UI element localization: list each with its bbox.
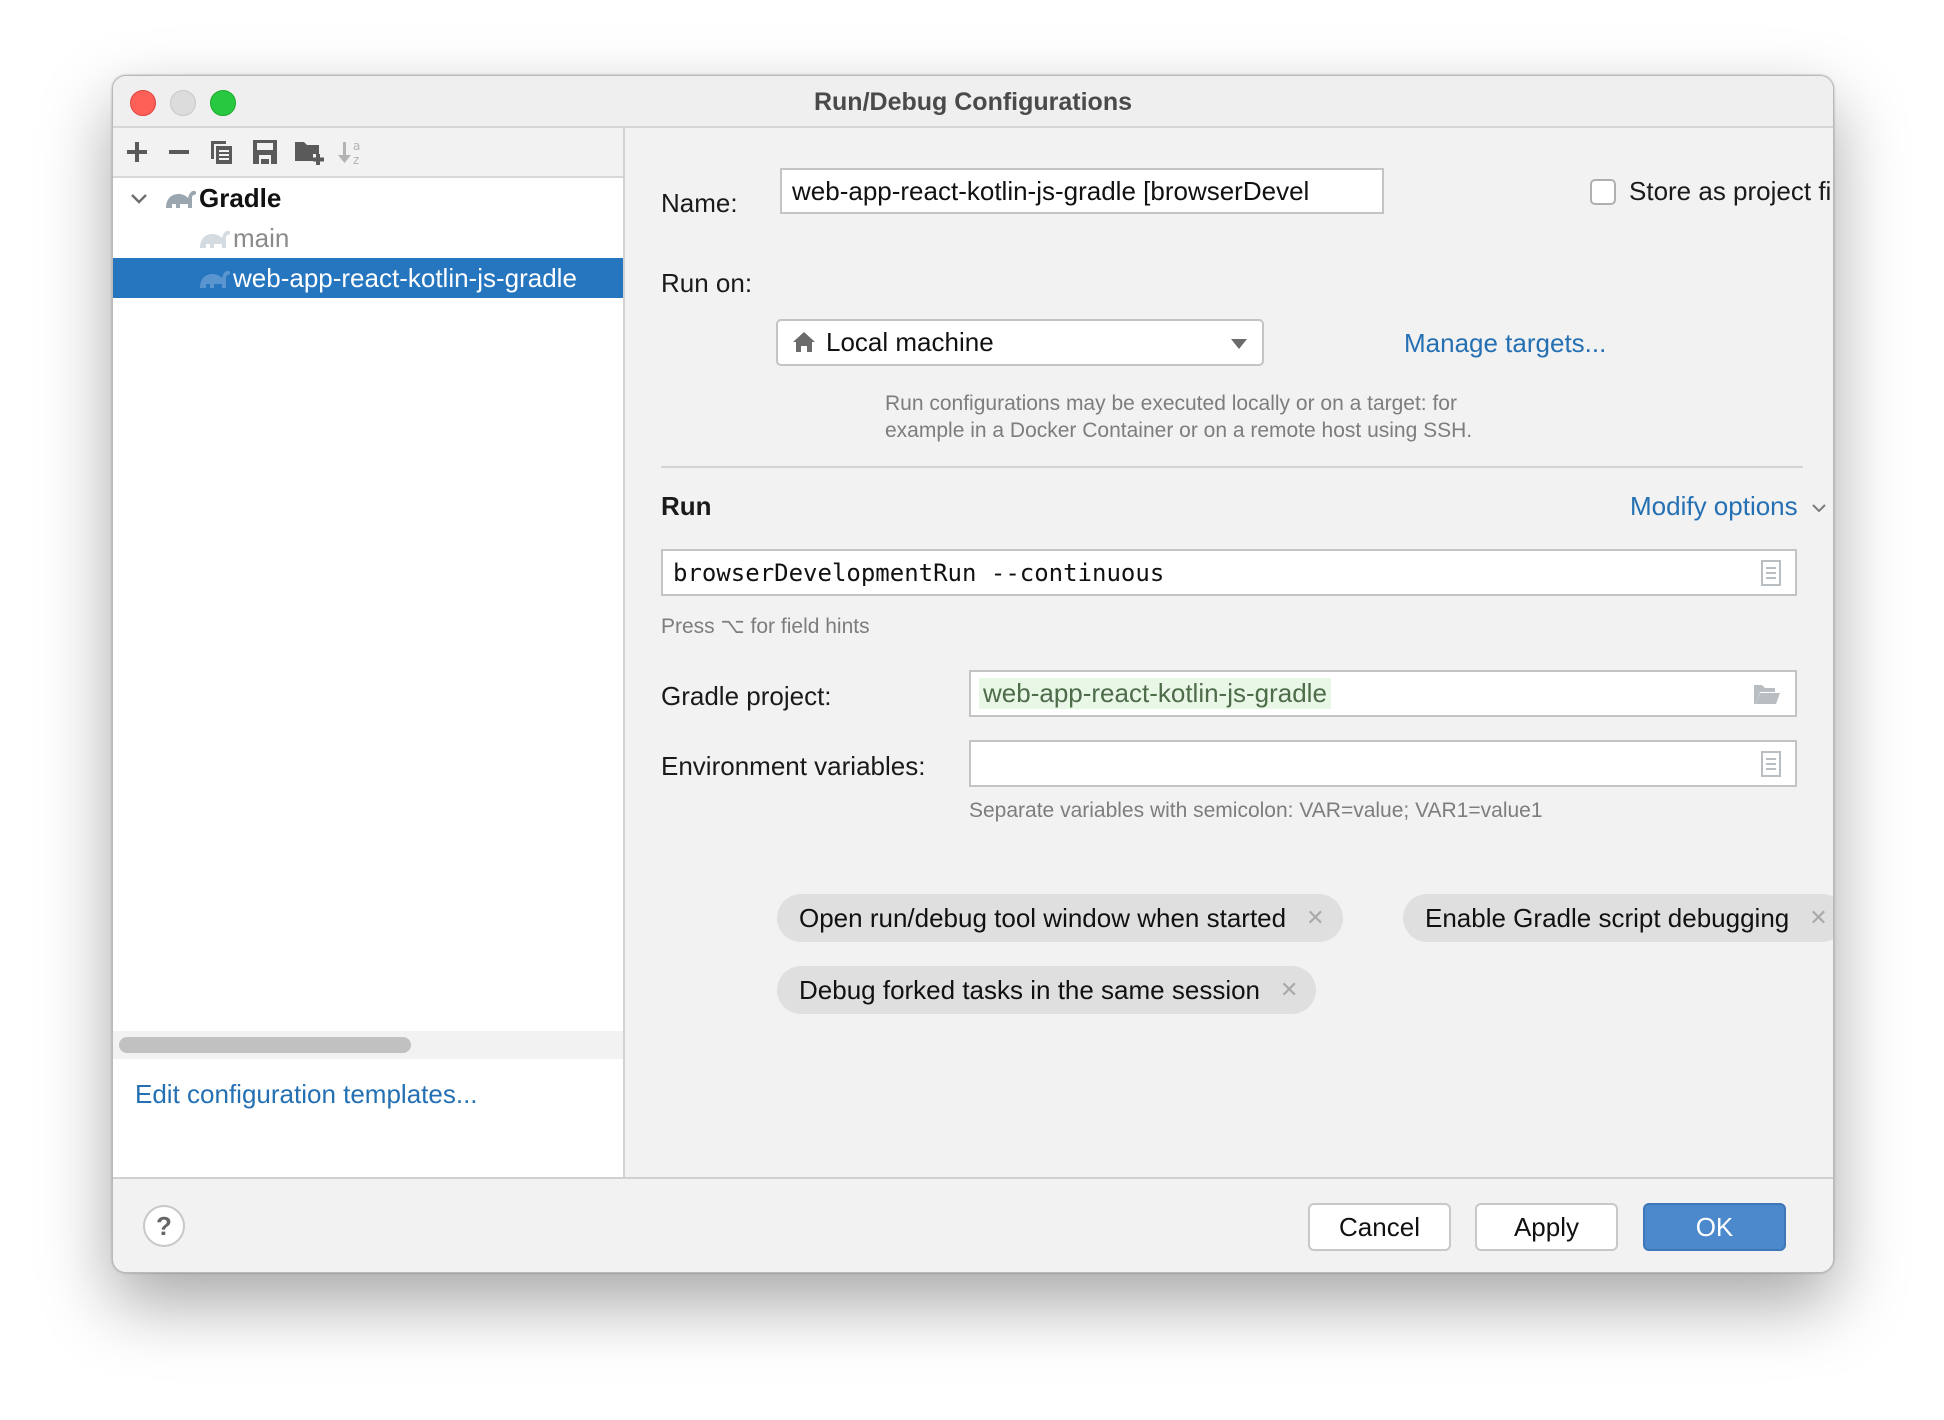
option-chip[interactable]: Enable Gradle script debugging ✕ — [1403, 894, 1833, 942]
folder-open-icon[interactable] — [1753, 683, 1781, 705]
name-value: web-app-react-kotlin-js-gradle [browserD… — [792, 175, 1310, 206]
environment-variables-label: Environment variables: — [661, 751, 926, 781]
environment-variables-input[interactable] — [969, 740, 1797, 787]
window-title: Run/Debug Configurations — [813, 88, 1133, 116]
run-tasks-input[interactable]: browserDevelopmentRun --continuous — [661, 549, 1797, 596]
sort-configurations-button[interactable]: az — [335, 136, 367, 168]
configuration-editor: Name: web-app-react-kotlin-js-gradle [br… — [625, 128, 1833, 1179]
gradle-icon — [200, 270, 231, 288]
scrollbar-thumb[interactable] — [119, 1037, 411, 1053]
field-hint: Press ⌥ for field hints — [661, 615, 870, 638]
run-on-dropdown[interactable]: Local machine — [776, 319, 1264, 366]
dropdown-arrow-icon — [1231, 339, 1247, 349]
add-configuration-button[interactable] — [121, 136, 153, 168]
run-on-hint-line2: example in a Docker Container or on a re… — [885, 419, 1473, 442]
home-icon — [793, 332, 815, 352]
tree-group-label: Gradle — [199, 182, 282, 213]
remove-option-icon[interactable]: ✕ — [1306, 905, 1324, 931]
environment-variables-hint: Separate variables with semicolon: VAR=v… — [969, 799, 1543, 822]
store-as-project-file-label: Store as project file — [1629, 176, 1834, 206]
cancel-button[interactable]: Cancel — [1308, 1203, 1451, 1251]
sort-alpha-icon: az — [338, 139, 360, 166]
expand-text-icon[interactable] — [1761, 559, 1781, 586]
name-input[interactable]: web-app-react-kotlin-js-gradle [browserD… — [780, 168, 1384, 214]
tree-item-label: web-app-react-kotlin-js-gradle — [233, 262, 577, 293]
dialog-footer: ? Cancel Apply OK — [113, 1177, 1833, 1272]
tree-item-label: main — [233, 222, 290, 253]
help-button[interactable]: ? — [143, 1205, 185, 1247]
remove-option-icon[interactable]: ✕ — [1809, 905, 1827, 931]
add-icon — [127, 142, 147, 162]
run-on-label: Run on: — [661, 268, 753, 298]
run-debug-configurations-dialog: Run/Debug Configurations az Gradle main … — [112, 75, 1834, 1273]
apply-button[interactable]: Apply — [1475, 1203, 1618, 1251]
new-folder-icon — [295, 142, 324, 165]
svg-text:z: z — [353, 153, 359, 166]
run-tasks-value: browserDevelopmentRun --continuous — [673, 558, 1165, 587]
gradle-project-label: Gradle project: — [661, 681, 832, 711]
name-label: Name: — [661, 188, 738, 218]
save-configuration-button[interactable] — [249, 136, 281, 168]
section-divider — [661, 466, 1803, 468]
gradle-project-value: web-app-react-kotlin-js-gradle — [979, 678, 1331, 709]
ok-button[interactable]: OK — [1643, 1203, 1786, 1251]
title-bar: Run/Debug Configurations — [113, 76, 1833, 128]
configurations-panel: az Gradle main web-app-react-kotlin-js-g… — [113, 128, 625, 1179]
copy-icon — [211, 141, 232, 164]
option-chip[interactable]: Open run/debug tool window when started … — [777, 894, 1343, 942]
run-section-title: Run — [661, 491, 712, 521]
remove-icon — [169, 150, 189, 154]
expand-text-icon[interactable] — [1761, 750, 1781, 777]
gradle-project-input[interactable]: web-app-react-kotlin-js-gradle — [969, 670, 1797, 717]
tree-item[interactable]: main — [113, 218, 623, 258]
chevron-down-icon[interactable] — [127, 186, 151, 210]
store-as-project-file-checkbox[interactable] — [1590, 179, 1616, 205]
modify-options-label: Modify options — [1630, 491, 1798, 521]
horizontal-scrollbar[interactable] — [113, 1031, 623, 1059]
option-chip[interactable]: Debug forked tasks in the same session ✕ — [777, 966, 1317, 1014]
tree-item-selected[interactable]: web-app-react-kotlin-js-gradle — [113, 258, 623, 298]
modify-options-link[interactable]: Modify options — [1630, 491, 1827, 522]
option-chip-label: Open run/debug tool window when started — [799, 902, 1287, 933]
chevron-down-icon — [1812, 504, 1826, 513]
configurations-toolbar: az — [113, 128, 623, 178]
remove-configuration-button[interactable] — [163, 136, 195, 168]
copy-configuration-button[interactable] — [205, 136, 237, 168]
move-to-folder-button[interactable] — [293, 136, 325, 168]
svg-text:a: a — [353, 139, 360, 153]
manage-targets-link[interactable]: Manage targets... — [1404, 328, 1606, 359]
run-on-value: Local machine — [826, 327, 994, 357]
remove-option-icon[interactable]: ✕ — [1280, 977, 1298, 1003]
gradle-icon — [200, 230, 231, 248]
option-chip-label: Debug forked tasks in the same session — [799, 974, 1261, 1005]
tree-group-gradle[interactable]: Gradle — [113, 178, 623, 218]
save-icon — [253, 140, 277, 164]
gradle-icon — [166, 190, 197, 208]
edit-configuration-templates-link[interactable]: Edit configuration templates... — [135, 1079, 478, 1110]
run-on-hint-line1: Run configurations may be executed local… — [885, 392, 1457, 415]
option-chip-label: Enable Gradle script debugging — [1425, 902, 1790, 933]
